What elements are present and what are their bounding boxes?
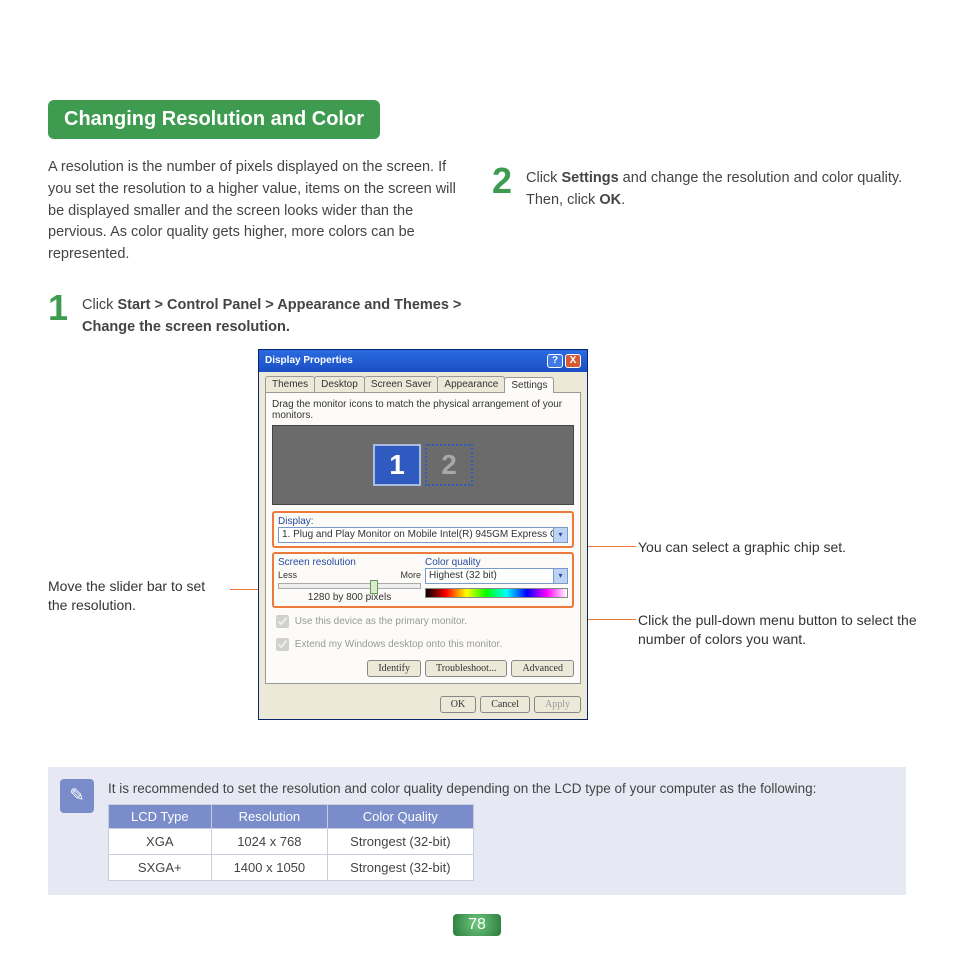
tab-strip: Themes Desktop Screen Saver Appearance S… [259,372,587,392]
color-quality-label: Color quality [425,557,568,568]
advanced-button[interactable]: Advanced [511,660,574,677]
display-label: Display: [278,516,568,527]
apply-button[interactable]: Apply [534,696,581,713]
monitor-1[interactable]: 1 [373,444,421,486]
color-quality-dropdown[interactable]: Highest (32 bit) ▾ [425,568,568,584]
resolution-slider[interactable] [278,583,421,589]
resolution-label: Screen resolution [278,557,421,568]
troubleshoot-button[interactable]: Troubleshoot... [425,660,507,677]
primary-monitor-checkbox: Use this device as the primary monitor. [272,612,574,631]
display-dropdown[interactable]: 1. Plug and Play Monitor on Mobile Intel… [278,527,568,543]
chevron-down-icon[interactable]: ▾ [553,569,567,583]
tab-appearance[interactable]: Appearance [437,376,505,392]
step-2-number: 2 [492,165,520,212]
ok-button[interactable]: OK [440,696,476,713]
display-properties-dialog: Display Properties ? X Themes Desktop Sc… [258,349,588,720]
table-header: Color Quality [328,804,473,828]
tab-desktop[interactable]: Desktop [314,376,365,392]
tab-screensaver[interactable]: Screen Saver [364,376,439,392]
step-1-text: Click Start > Control Panel > Appearance… [82,292,462,339]
callout-chipset: You can select a graphic chip set. [638,539,846,555]
tab-settings[interactable]: Settings [504,377,554,393]
table-header: Resolution [211,804,328,828]
table-row: SXGA+ 1400 x 1050 Strongest (32-bit) [109,854,474,880]
extend-desktop-checkbox: Extend my Windows desktop onto this moni… [272,635,574,654]
table-row: XGA 1024 x 768 Strongest (32-bit) [109,828,474,854]
slider-thumb[interactable] [370,580,378,594]
note-icon: ✎ [60,779,94,813]
table-header: LCD Type [109,804,212,828]
step-2-text: Click Settings and change the resolution… [526,165,906,212]
help-icon[interactable]: ? [547,354,563,368]
tab-themes[interactable]: Themes [265,376,315,392]
slider-less: Less [278,570,297,580]
cancel-button[interactable]: Cancel [480,696,530,713]
color-spectrum [425,588,568,598]
dialog-title: Display Properties [265,355,353,366]
info-box: ✎ It is recommended to set the resolutio… [48,767,906,895]
info-text: It is recommended to set the resolution … [108,781,892,796]
callout-slider: Move the slider bar to set the resolutio… [48,577,228,616]
callout-colors: Click the pull-down menu button to selec… [638,611,918,650]
lcd-table: LCD Type Resolution Color Quality XGA 10… [108,804,474,881]
intro-text: A resolution is the number of pixels dis… [48,157,462,266]
monitor-arrangement[interactable]: 1 2 [272,425,574,505]
identify-button[interactable]: Identify [367,660,421,677]
slider-more: More [400,570,421,580]
page-number: 78 [453,914,501,936]
monitor-2[interactable]: 2 [425,444,473,486]
resolution-value: 1280 by 800 pixels [278,592,421,603]
close-icon[interactable]: X [565,354,581,368]
step-1-number: 1 [48,292,76,339]
section-heading: Changing Resolution and Color [48,100,380,139]
chevron-down-icon[interactable]: ▾ [553,528,567,542]
arrange-instruction: Drag the monitor icons to match the phys… [272,399,574,421]
